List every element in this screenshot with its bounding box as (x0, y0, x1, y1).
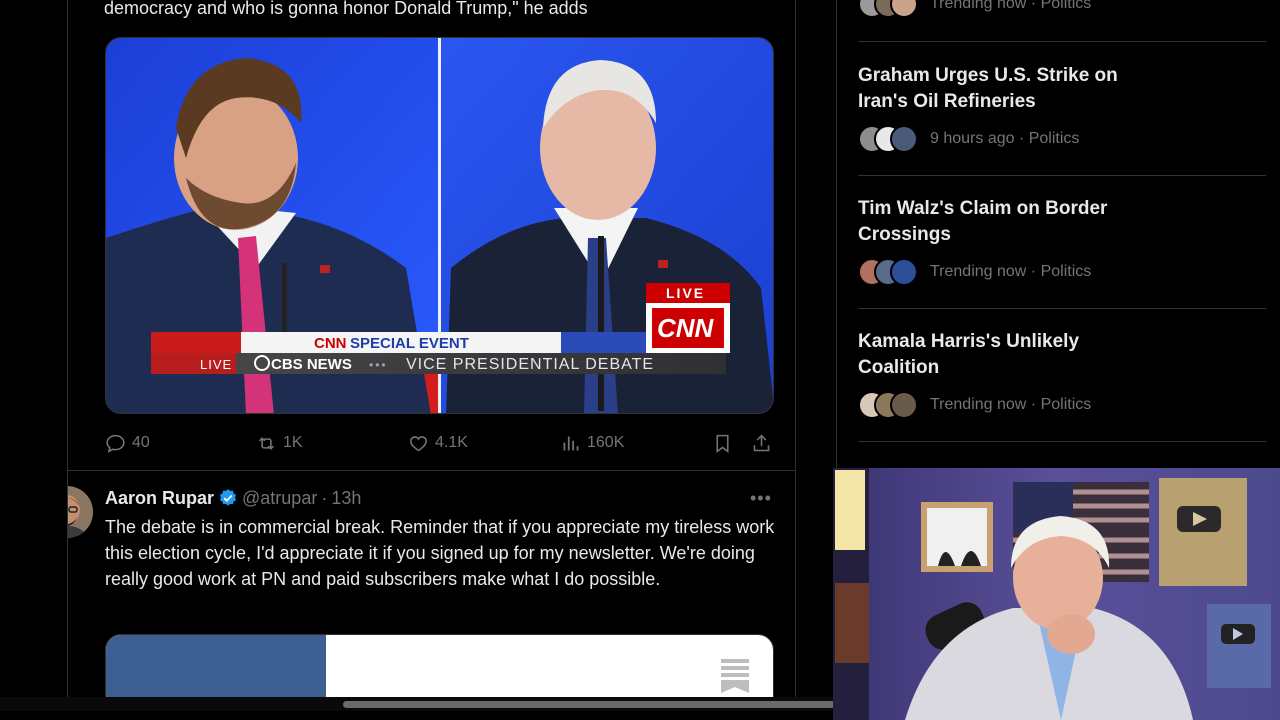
trend-item[interactable]: Graham Urges U.S. Strike on Iran's Oil R… (858, 63, 1268, 153)
webcam-overlay (833, 468, 1280, 720)
tweet-divider (68, 470, 795, 471)
banner-event: SPECIAL EVENT (350, 335, 469, 352)
views-button[interactable]: 160K (560, 430, 624, 456)
trend-meta-text: Trending now · Politics (930, 396, 1092, 413)
trend-item[interactable]: Tim Walz's Claim on Border Crossings Tre… (858, 196, 1268, 286)
avatar-image (68, 486, 93, 538)
trend-meta: 9 hours ago · Politics (858, 125, 1268, 153)
trending-sidebar: Trending now · Politics Graham Urges U.S… (836, 0, 1280, 470)
lower-third-title: VICE PRESIDENTIAL DEBATE (406, 356, 654, 373)
trend-divider (858, 308, 1266, 309)
trend-avatars (858, 0, 920, 18)
bookmark-icon (716, 434, 729, 453)
repost-button[interactable]: 1K (256, 430, 303, 456)
header-separator: · (321, 487, 328, 508)
analytics-icon (563, 436, 579, 450)
reply-icon (106, 434, 125, 453)
cnn-logo: CNN (657, 313, 715, 343)
view-count: 160K (587, 434, 625, 451)
debate-video-frame: CNN SPECIAL EVENT LIVE CBS NEWS ••• VICE… (106, 38, 773, 413)
author-name[interactable]: Aaron Rupar (105, 488, 214, 509)
trend-item[interactable]: Trending now · Politics (858, 0, 1268, 18)
reply-count: 40 (132, 434, 150, 451)
reply-button[interactable]: 40 (105, 430, 150, 456)
trend-title: Tim Walz's Claim on Border Crossings (858, 198, 1108, 245)
share-button[interactable] (751, 430, 772, 456)
timeline-column: democracy and who is gonna honor Donald … (67, 0, 796, 700)
tweet-header: Aaron Rupar @atrupar · 13h (105, 484, 361, 512)
network-label: CBS NEWS (271, 356, 352, 373)
verified-badge-icon (220, 489, 237, 506)
lower-third-bullets: ••• (369, 358, 388, 372)
link-card[interactable] (105, 634, 774, 700)
trend-meta-text: Trending now · Politics (930, 0, 1092, 12)
bookmark-button[interactable] (712, 430, 733, 456)
trend-meta: Trending now · Politics (858, 391, 1268, 419)
avatar (890, 391, 918, 419)
live-badge: LIVE (666, 285, 705, 301)
scrollbar-thumb[interactable] (343, 701, 838, 708)
trend-meta: Trending now · Politics (858, 0, 1268, 18)
repost-count: 1K (283, 434, 303, 451)
trend-avatars (858, 125, 920, 153)
heart-icon (410, 435, 427, 451)
trend-avatars (858, 258, 920, 286)
card-image (106, 635, 326, 700)
author-handle[interactable]: @atrupar (242, 488, 317, 509)
tweet-media-video[interactable]: CNN SPECIAL EVENT LIVE CBS NEWS ••• VICE… (105, 37, 774, 414)
trend-meta-text: Trending now · Politics (930, 263, 1092, 280)
trend-avatars (858, 391, 920, 419)
tweet-text: The debate is in commercial break. Remin… (105, 517, 775, 589)
trend-item[interactable]: Kamala Harris's Unlikely Coalition Trend… (858, 329, 1268, 419)
more-options-button[interactable]: ••• (750, 488, 772, 509)
like-count: 4.1K (435, 434, 468, 451)
streamer-webcam-image (833, 468, 1280, 720)
horizontal-scrollbar[interactable] (0, 697, 840, 711)
share-icon (753, 434, 770, 451)
tweet-text: democracy and who is gonna honor Donald … (104, 0, 588, 18)
tweet-time[interactable]: 13h (331, 488, 361, 509)
repost-icon (258, 436, 275, 450)
like-button[interactable]: 4.1K (408, 430, 468, 456)
avatar (890, 125, 918, 153)
trend-divider (858, 175, 1266, 176)
trend-divider (858, 441, 1266, 442)
trend-title: Kamala Harris's Unlikely Coalition (858, 331, 1080, 378)
trend-title: Graham Urges U.S. Strike on Iran's Oil R… (858, 65, 1118, 112)
avatar (890, 258, 918, 286)
trend-divider (858, 41, 1266, 42)
banner-brand: CNN (314, 335, 347, 352)
trend-meta: Trending now · Politics (858, 258, 1268, 286)
tweet-actions: 40 1K 4.1K 160K (105, 430, 774, 456)
newsletter-icon (721, 659, 749, 693)
trend-meta-text: 9 hours ago · Politics (930, 130, 1080, 147)
avatar[interactable] (68, 486, 93, 538)
live-left-label: LIVE (200, 357, 232, 372)
